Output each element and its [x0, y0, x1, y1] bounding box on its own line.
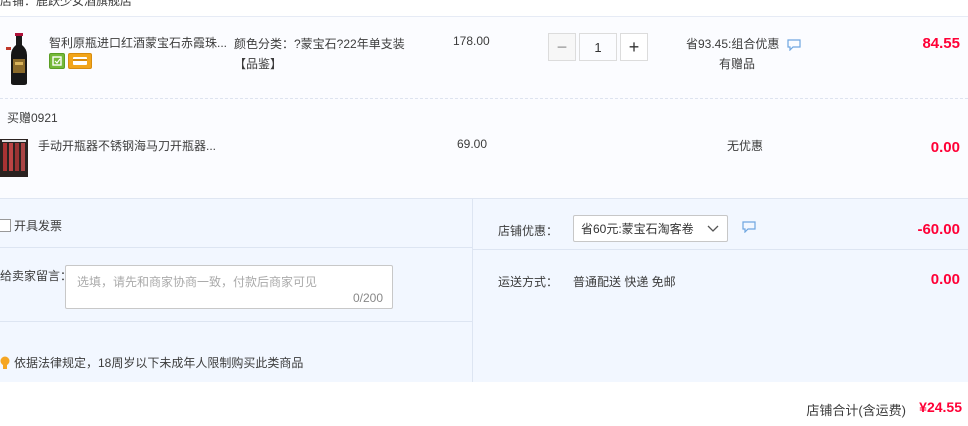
- message-textarea[interactable]: 选填，请先和商家协商一致，付款后商家可见 0/200: [65, 265, 393, 309]
- item-title[interactable]: 手动开瓶器不锈钢海马刀开瓶器...: [38, 137, 248, 154]
- shop-discount-select[interactable]: 省60元:蒙宝石淘客卷: [573, 215, 728, 242]
- item-title[interactable]: 智利原瓶进口红酒蒙宝石赤霞珠...: [49, 34, 231, 51]
- invoice-label: 开具发票: [14, 219, 63, 233]
- credit-card-icon: [68, 53, 92, 69]
- item-subtotal: 0.00: [930, 139, 960, 156]
- invoice-option[interactable]: 开具发票: [0, 217, 62, 234]
- sku-label: 颜色分类：?蒙宝石?22年单支装: [234, 37, 405, 51]
- message-label: 给卖家留言：: [0, 269, 73, 283]
- shop-total-value: ¥24.55: [919, 399, 962, 415]
- gift-note: 有赠品: [719, 57, 756, 71]
- item-subtotal: 84.55: [922, 35, 960, 52]
- invoice-checkbox[interactable]: [0, 219, 11, 232]
- increase-quantity-button[interactable]: +: [620, 33, 648, 61]
- shipping-cost: 0.00: [930, 271, 960, 288]
- divider: [0, 321, 472, 322]
- item-promo: 无优惠: [727, 139, 764, 153]
- message-placeholder: 选填，请先和商家协商一致，付款后商家可见: [77, 275, 318, 289]
- item-badges: [49, 53, 92, 69]
- wine-bottle-image[interactable]: [6, 33, 32, 85]
- guarantee-icon: [49, 53, 65, 69]
- quantity-stepper: − 1 +: [548, 33, 648, 61]
- divider: [0, 247, 472, 248]
- chevron-down-icon: [707, 225, 719, 232]
- order-items: 智利原瓶进口红酒蒙宝石赤霞珠... 颜色分类：?蒙宝石?22年单支装 【品鉴】 …: [0, 16, 968, 198]
- sku-tag: 【品鉴】: [234, 57, 283, 71]
- promo-text: 省93.45:组合优惠: [686, 37, 780, 51]
- item-promo: 省93.45:组合优惠 有赠品: [686, 34, 801, 74]
- bottle-opener-image[interactable]: [0, 139, 28, 177]
- shipping-method: 普通配送 快递 免邮: [573, 275, 676, 289]
- lightbulb-icon: [0, 356, 10, 369]
- shop-total-row: 店铺合计(含运费) ¥24.55: [0, 382, 968, 426]
- order-item-row: 智利原瓶进口红酒蒙宝石赤霞珠... 颜色分类：?蒙宝石?22年单支装 【品鉴】 …: [0, 17, 968, 99]
- decrease-quantity-button[interactable]: −: [548, 33, 576, 61]
- chat-bubble-icon[interactable]: [787, 39, 801, 51]
- order-options-panel: 开具发票 给卖家留言： 选填，请先和商家协商一致，付款后商家可见 0/200 依…: [0, 198, 968, 383]
- shop-discount-value: -60.00: [917, 221, 960, 238]
- item-price: 69.00: [457, 137, 488, 151]
- shipping-label: 运送方式：: [498, 275, 559, 289]
- divider: [472, 199, 473, 383]
- law-notice: 依据法律规定，18周岁以下未成年人限制购买此类商品: [0, 354, 303, 371]
- shop-discount-label: 店铺优惠：: [498, 224, 559, 238]
- quantity-input[interactable]: 1: [579, 33, 617, 61]
- shop-name[interactable]: 店铺：鹿跃少女酒旗舰店: [0, 0, 132, 10]
- shop-total-label: 店铺合计(含运费): [806, 403, 906, 418]
- gift-section-label: 买赠0921: [7, 111, 58, 125]
- shop-discount-selected: 省60元:蒙宝石淘客卷: [581, 222, 694, 236]
- law-notice-text: 依据法律规定，18周岁以下未成年人限制购买此类商品: [14, 356, 304, 370]
- item-price: 178.00: [453, 34, 490, 48]
- chat-bubble-icon[interactable]: [742, 221, 756, 233]
- item-sku: 颜色分类：?蒙宝石?22年单支装 【品鉴】: [234, 34, 405, 74]
- message-counter: 0/200: [352, 291, 383, 305]
- divider: [473, 249, 968, 250]
